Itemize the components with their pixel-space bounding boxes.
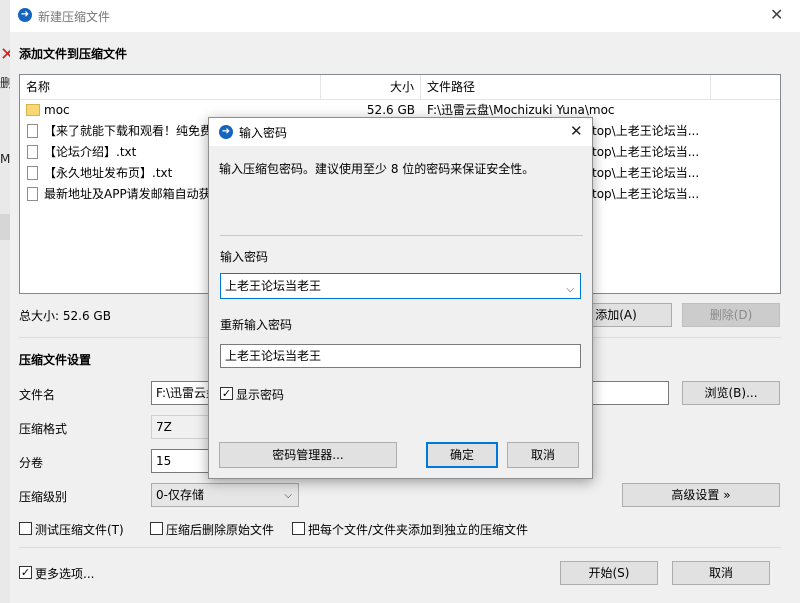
divider	[220, 235, 583, 236]
item-path: top\上老王论坛当...	[592, 124, 700, 138]
total-size: 总大小: 52.6 GB	[19, 309, 111, 323]
format-label: 压缩格式	[19, 422, 68, 436]
dialog-title-bar: ➜ 输入密码 ✕	[209, 118, 592, 146]
file-icon	[27, 166, 38, 180]
settings-heading: 压缩文件设置	[19, 353, 92, 367]
password-combobox[interactable]: 上老王论坛当老王 ⌵	[220, 273, 581, 299]
title-bar: ➜ 新建压缩文件 ✕	[10, 0, 800, 32]
dialog-title: 输入密码	[239, 126, 288, 140]
column-header-path[interactable]: 文件路径	[421, 75, 711, 99]
password-label: 输入密码	[220, 250, 269, 264]
delete-after-label: 压缩后删除原始文件	[166, 523, 275, 537]
folder-icon	[26, 104, 40, 116]
background-window-edge: ✕ 删 Mo	[0, 0, 10, 603]
advanced-settings-button[interactable]: 高级设置 »	[622, 483, 780, 507]
separate-archives-checkbox[interactable]	[292, 522, 305, 535]
browse-button[interactable]: 浏览(B)...	[682, 381, 780, 405]
volume-input[interactable]: 15	[151, 449, 211, 473]
item-path: top\上老王论坛当...	[592, 187, 700, 201]
format-select[interactable]: 7Z	[151, 415, 211, 439]
more-options-label: 更多选项...	[35, 567, 95, 581]
background-block	[0, 214, 10, 240]
dialog-cancel-button[interactable]: 取消	[507, 442, 579, 468]
column-header-name[interactable]: 名称	[20, 75, 321, 99]
dialog-close-icon[interactable]: ✕	[570, 122, 583, 140]
more-options-checkbox[interactable]: ✓	[19, 566, 32, 579]
column-header-size[interactable]: 大小	[321, 75, 421, 99]
dialog-description: 输入压缩包密码。建议使用至少 8 位的密码来保证安全性。	[219, 162, 535, 176]
app-logo-icon: ➜	[219, 125, 233, 139]
filename-label: 文件名	[19, 388, 56, 402]
show-password-checkbox[interactable]: ✓	[220, 387, 233, 400]
cancel-button[interactable]: 取消	[672, 561, 770, 585]
file-icon	[27, 187, 38, 201]
chevron-down-icon: ⌵	[284, 490, 292, 501]
divider	[19, 547, 781, 548]
background-text: Mo	[0, 152, 10, 166]
level-value: 0-仅存储	[156, 488, 204, 502]
password-value: 上老王论坛当老王	[225, 279, 322, 293]
test-archive-checkbox[interactable]	[19, 522, 32, 535]
confirm-password-label: 重新输入密码	[220, 318, 293, 332]
file-icon	[27, 124, 38, 138]
separate-archives-label: 把每个文件/文件夹添加到独立的压缩文件	[308, 523, 529, 537]
ok-button[interactable]: 确定	[426, 442, 498, 468]
volume-label: 分卷	[19, 456, 44, 470]
confirm-password-input[interactable]: 上老王论坛当老王	[220, 344, 581, 368]
show-password-label: 显示密码	[236, 388, 285, 402]
delete-after-checkbox[interactable]	[150, 522, 163, 535]
start-button[interactable]: 开始(S)	[560, 561, 658, 585]
test-archive-label: 测试压缩文件(T)	[35, 523, 124, 537]
add-files-heading: 添加文件到压缩文件	[19, 47, 128, 61]
background-close-icon: ✕	[0, 44, 10, 65]
password-dialog: ➜ 输入密码 ✕ 输入压缩包密码。建议使用至少 8 位的密码来保证安全性。 输入…	[208, 117, 593, 479]
background-text: 删	[0, 76, 10, 90]
level-label: 压缩级别	[19, 490, 68, 504]
delete-button[interactable]: 删除(D)	[682, 303, 780, 327]
level-select[interactable]: 0-仅存储 ⌵	[151, 483, 299, 507]
password-manager-button[interactable]: 密码管理器...	[219, 442, 397, 468]
file-icon	[27, 145, 38, 159]
window-title: 新建压缩文件	[38, 10, 111, 24]
window-close-icon[interactable]: ✕	[770, 5, 783, 24]
app-logo-icon: ➜	[18, 8, 32, 22]
item-path: top\上老王论坛当...	[592, 145, 700, 159]
item-path: top\上老王论坛当...	[592, 166, 700, 180]
chevron-down-icon[interactable]: ⌵	[566, 278, 574, 298]
file-list-header: 名称 大小 文件路径	[20, 75, 780, 100]
